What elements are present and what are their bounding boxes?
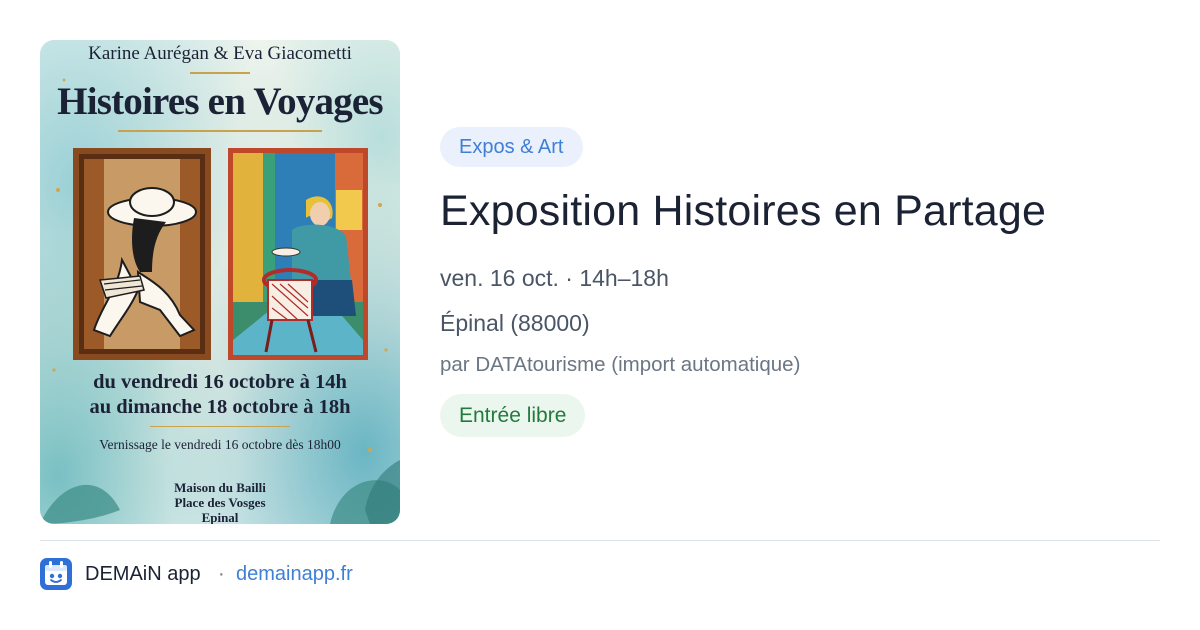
poster-place: Maison du Bailli Place des Vosges Epinal bbox=[40, 480, 400, 524]
poster-dates-line2: au dimanche 18 octobre à 18h bbox=[89, 396, 351, 418]
poster-vernissage: Vernissage le vendredi 16 octobre dès 18… bbox=[99, 437, 341, 452]
category-tag[interactable]: Expos & Art bbox=[440, 127, 583, 167]
poster-dates-rule bbox=[150, 426, 290, 427]
poster-place-line2: Place des Vosges bbox=[174, 495, 266, 510]
poster-title: Histoires en Voyages bbox=[57, 80, 383, 123]
poster-authors: Karine Aurégan & Eva Giacometti bbox=[88, 43, 352, 64]
event-title: Exposition Histoires en Partage bbox=[440, 187, 1047, 235]
footer-divider bbox=[40, 540, 1160, 541]
poster-top-rule bbox=[190, 72, 250, 74]
poster-dates: du vendredi 16 octobre à 14h au dimanche… bbox=[40, 370, 400, 420]
poster-place-line3: Epinal bbox=[201, 510, 239, 524]
price-badge: Entrée libre bbox=[440, 394, 586, 437]
event-poster-image: Karine Aurégan & Eva Giacometti Histoire… bbox=[40, 40, 400, 524]
poster-title-rule bbox=[118, 130, 322, 132]
footer-separator: · bbox=[218, 563, 225, 585]
event-datetime: ven. 16 oct. · 14h–18h bbox=[440, 265, 669, 291]
event-location: Épinal (88000) bbox=[440, 310, 590, 336]
poster-place-line1: Maison du Bailli bbox=[174, 480, 266, 495]
app-website-link[interactable]: demainapp.fr bbox=[236, 562, 353, 586]
event-source: par DATAtourisme (import automatique) bbox=[440, 353, 801, 376]
app-name: DEMAiN app bbox=[85, 563, 201, 585]
demain-app-icon bbox=[40, 558, 72, 590]
poster-dates-line1: du vendredi 16 octobre à 14h bbox=[93, 371, 347, 393]
